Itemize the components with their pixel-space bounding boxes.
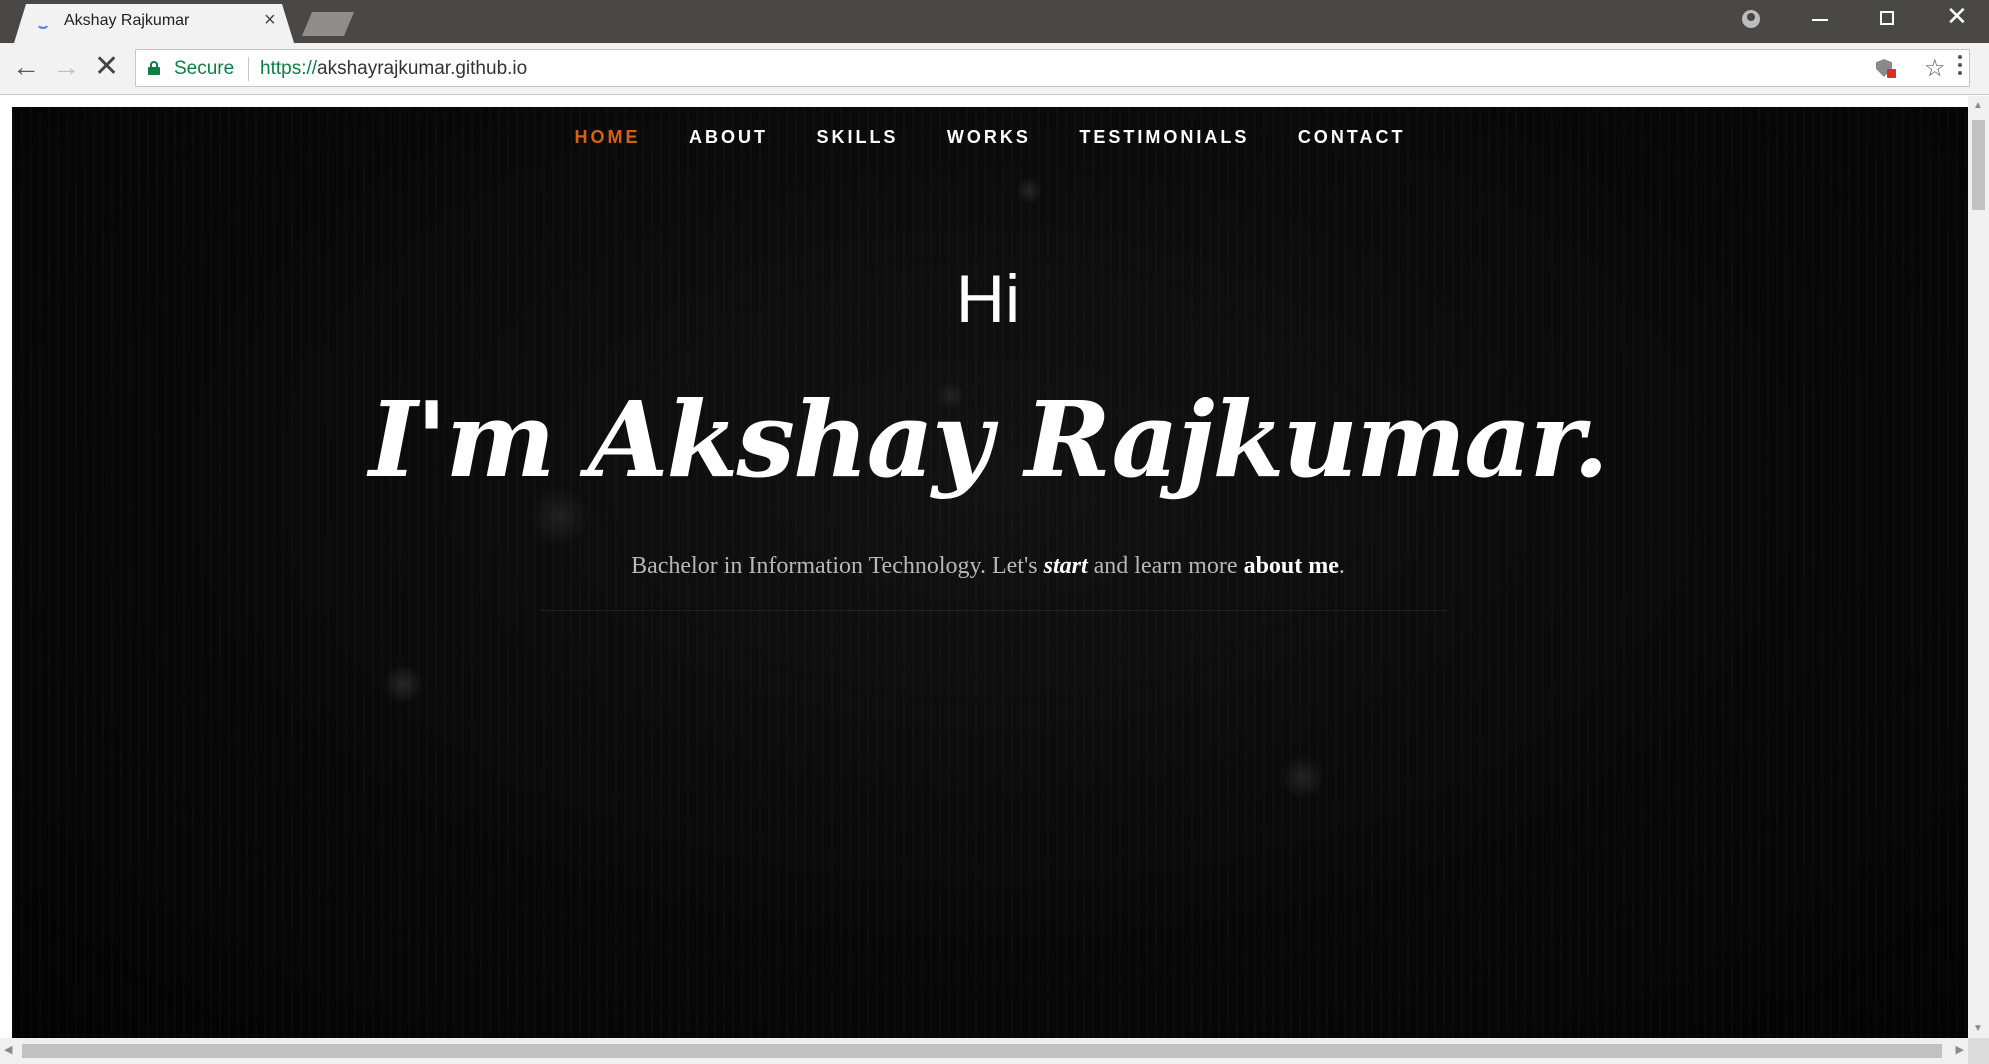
hero-subline: Bachelor in Information Technology. Let'… (0, 553, 1976, 580)
subline-middle: and learn more (1087, 553, 1244, 579)
nav-works[interactable]: WORKS (947, 127, 1031, 148)
nav-about[interactable]: ABOUT (689, 127, 768, 148)
restore-icon[interactable] (1880, 11, 1894, 25)
new-tab-button[interactable] (302, 12, 354, 36)
scroll-up-icon[interactable]: ▲ (1973, 100, 1983, 111)
tab-title: Akshay Rajkumar (64, 12, 190, 29)
scroll-left-icon[interactable]: ◀ (4, 1043, 12, 1056)
scroll-right-icon[interactable]: ▶ (1956, 1043, 1964, 1056)
horizontal-scroll-thumb[interactable] (22, 1044, 1942, 1058)
back-arrow-icon[interactable]: ← (12, 53, 40, 81)
horizontal-scrollbar[interactable]: ◀ ▶ (0, 1038, 1968, 1064)
blocked-badge-icon (1887, 69, 1896, 78)
main-nav: HOME ABOUT SKILLS WORKS TESTIMONIALS CON… (12, 127, 1968, 148)
close-window-icon[interactable]: ✕ (1946, 3, 1968, 29)
browser-tab-strip: Akshay Rajkumar × ✕ (0, 0, 1989, 43)
forward-arrow-icon[interactable]: → (52, 53, 80, 81)
scroll-down-icon[interactable]: ▼ (1973, 1023, 1983, 1034)
minimize-icon[interactable] (1812, 19, 1828, 21)
stop-loading-icon[interactable]: ✕ (94, 52, 119, 82)
secure-label[interactable]: Secure (174, 58, 234, 80)
loading-spinner-icon (36, 15, 50, 29)
start-link[interactable]: start (1044, 553, 1088, 579)
nav-skills[interactable]: SKILLS (816, 127, 898, 148)
hero-greeting: Hi (955, 261, 1021, 337)
hero-divider (540, 610, 1446, 611)
browser-toolbar: ← → ✕ Secure https://akshayrajkumar.gith… (0, 43, 1989, 95)
profile-icon[interactable] (1742, 10, 1760, 28)
subline-suffix: . (1338, 553, 1345, 579)
url-text[interactable]: https://akshayrajkumar.github.io (260, 58, 527, 80)
vertical-scrollbar[interactable]: ▲ ▼ (1968, 96, 1989, 1038)
hero-headline: I'm Akshay Rajkumar. (368, 378, 1609, 501)
about-me-link[interactable]: about me (1244, 553, 1339, 579)
address-separator (248, 57, 249, 81)
nav-contact[interactable]: CONTACT (1298, 127, 1406, 148)
address-bar[interactable]: Secure https://akshayrajkumar.github.io … (135, 49, 1970, 87)
vertical-scroll-thumb[interactable] (1972, 120, 1985, 210)
url-scheme: https:// (260, 58, 318, 79)
nav-home[interactable]: HOME (575, 127, 641, 148)
scrollbar-corner (1968, 1038, 1989, 1064)
url-host: akshayrajkumar.github.io (317, 58, 528, 79)
subline-prefix: Bachelor in Information Technology. Let'… (631, 553, 1044, 579)
nav-testimonials[interactable]: TESTIMONIALS (1079, 127, 1249, 148)
lock-icon[interactable] (148, 61, 160, 75)
bookmark-star-icon[interactable]: ☆ (1924, 54, 1946, 83)
tab-close-icon[interactable]: × (264, 10, 276, 30)
more-vert-icon[interactable] (1958, 55, 1962, 77)
